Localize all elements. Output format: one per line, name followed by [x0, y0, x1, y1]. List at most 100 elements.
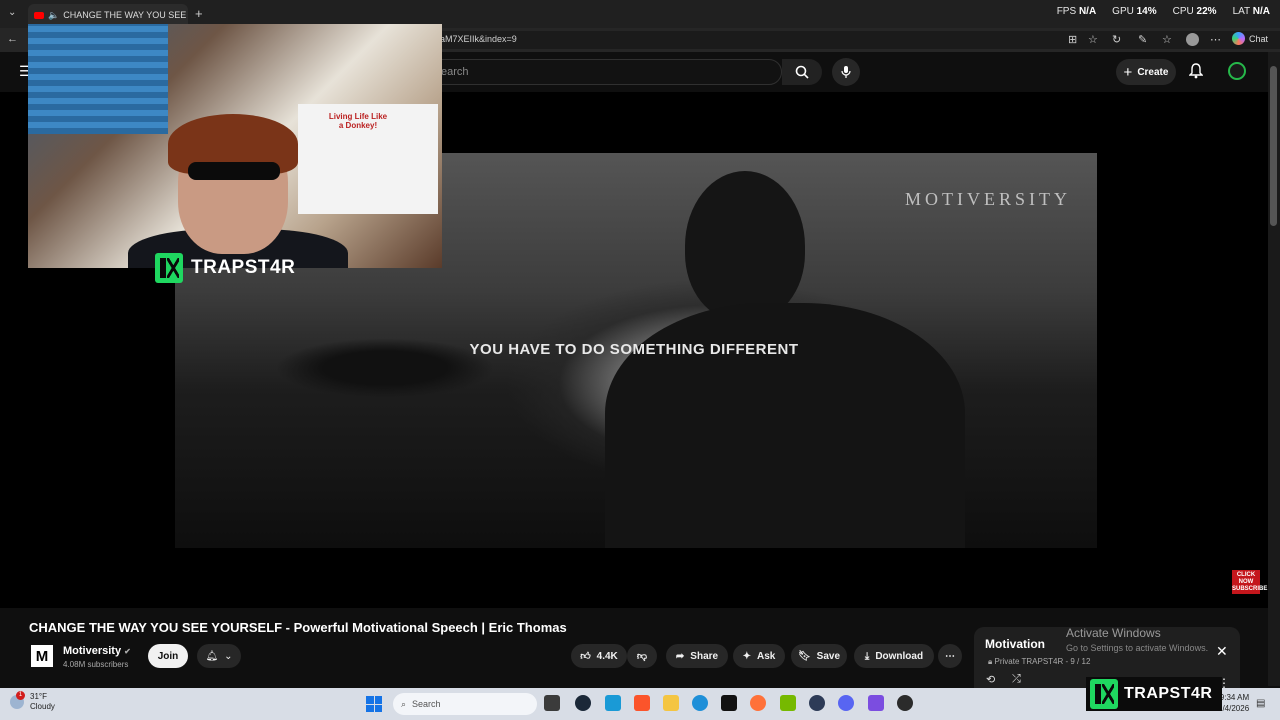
video-title: CHANGE THE WAY YOU SEE YOURSELF - Powerf…	[29, 620, 567, 635]
ask-button[interactable]: ✦ Ask	[733, 644, 785, 668]
brave-icon[interactable]	[634, 695, 650, 711]
calculator-icon[interactable]	[605, 695, 621, 711]
new-tab-icon[interactable]: +	[195, 6, 203, 21]
favorite-star-icon[interactable]: ☆	[1088, 33, 1098, 46]
speaker-silhouette-body	[605, 303, 965, 548]
chevron-down-icon: ⌄	[224, 650, 233, 662]
playlist-more-icon[interactable]: ⋮	[1218, 676, 1230, 690]
cloudy-icon: 1	[10, 691, 25, 709]
cpu-stat: CPU 22%	[1172, 6, 1217, 17]
search-icon: ⌕	[401, 698, 407, 709]
task-view-icon[interactable]	[544, 695, 560, 711]
tab-title: CHANGE THE WAY YOU SEE YOURSELF	[63, 10, 188, 20]
clock-time: 9:34 AM	[1219, 693, 1250, 702]
account-avatar[interactable]	[1228, 62, 1246, 80]
app-icon[interactable]	[809, 695, 825, 711]
search-button[interactable]	[782, 59, 822, 85]
voice-search-button[interactable]	[832, 58, 860, 86]
create-button[interactable]: + Create	[1116, 59, 1176, 85]
lock-icon: 🔒︎	[988, 657, 993, 666]
refresh-icon[interactable]: ↻	[1112, 33, 1121, 46]
search-icon	[795, 65, 809, 79]
weather-widget[interactable]: 1 31°F Cloudy	[10, 691, 55, 712]
file-explorer-icon[interactable]	[663, 695, 679, 711]
verified-icon: ✔	[124, 647, 131, 656]
system-clock[interactable]: 9:34 AM 2/4/2026	[1218, 692, 1249, 714]
ask-label: Ask	[757, 650, 776, 662]
motiversity-watermark: MOTIVERSITY	[905, 189, 1071, 209]
streamer-name: TRAPST4R	[191, 257, 296, 278]
join-button[interactable]: Join	[148, 644, 188, 668]
microphone-icon	[841, 66, 851, 78]
firefox-icon[interactable]	[750, 695, 766, 711]
favorites-icon[interactable]: ☆	[1162, 33, 1172, 46]
subscription-bell-button[interactable]: 🔔︎ ⌄	[197, 644, 241, 668]
tab-list-icon[interactable]: ⌄	[8, 7, 16, 18]
share-arrow-icon: ➦	[675, 650, 685, 662]
download-button[interactable]: ⤓ Download	[854, 644, 934, 668]
channel-avatar[interactable]: M	[31, 645, 53, 667]
playlist-meta: 🔒︎ Private TRAPST4R - 9 / 12	[988, 657, 1091, 666]
webcam-overlay: Living Life Like a Donkey!	[28, 24, 442, 268]
download-icon: ⤓	[864, 650, 870, 662]
taskbar-search[interactable]: ⌕ Search	[393, 693, 537, 715]
loop-icon[interactable]: ⟲	[986, 673, 995, 686]
pixel-art-poster	[28, 24, 168, 134]
notifications-bell-icon[interactable]	[1188, 63, 1204, 84]
profile-avatar-icon[interactable]	[1186, 33, 1199, 46]
thumbs-down-icon: 👎︎	[636, 651, 648, 662]
more-menu-icon[interactable]: ⋯	[1210, 33, 1221, 46]
poster-text: Living Life Like a Donkey!	[328, 112, 388, 130]
more-horizontal-icon: ⋯	[945, 650, 955, 662]
copilot-icon	[1231, 32, 1245, 45]
fps-stat: FPS N/A	[1056, 6, 1097, 17]
shuffle-icon[interactable]: ⤮	[1012, 673, 1021, 686]
bookmark-icon: 🔖︎	[797, 650, 811, 662]
streamer-tag: TRAPST4R	[155, 253, 295, 283]
bell-icon: 🔔︎	[205, 650, 219, 662]
dislike-button[interactable]: 👎︎	[627, 644, 657, 668]
video-subtitle: YOU HAVE TO DO SOMETHING DIFFERENT	[469, 341, 799, 358]
chat-label: Chat	[1248, 33, 1268, 44]
temperature: 31°F	[30, 692, 47, 701]
weather-condition: Cloudy	[30, 702, 55, 711]
streamer-name-bottom: TRAPST4R	[1124, 685, 1213, 702]
copilot-chat-button[interactable]: Chat	[1231, 32, 1268, 45]
notification-center-icon[interactable]: ▤	[1256, 698, 1265, 709]
tiktok-icon[interactable]	[721, 695, 737, 711]
steam-icon[interactable]	[575, 695, 591, 711]
share-button[interactable]: ➦ Share	[666, 644, 728, 668]
speaker-icon[interactable]: 🔈	[48, 10, 59, 21]
speaker-silhouette-head	[685, 171, 805, 321]
subscriber-count: 4.08M subscribers	[63, 660, 129, 669]
share-label: Share	[690, 650, 719, 662]
grid-app-icon[interactable]	[868, 695, 884, 711]
split-view-icon[interactable]: ⊞	[1068, 33, 1077, 46]
kick-logo-icon	[155, 253, 183, 283]
create-label: Create	[1137, 66, 1169, 78]
save-button[interactable]: 🔖︎ Save	[791, 644, 847, 668]
lat-stat: LAT N/A	[1232, 6, 1270, 17]
obs-icon[interactable]	[897, 695, 913, 711]
url-field[interactable]: aM7XEIIk&index=9	[430, 31, 1280, 49]
playlist-title[interactable]: Motivation	[985, 637, 1045, 651]
browser-tab[interactable]: 🔈 CHANGE THE WAY YOU SEE YOURSELF ✕	[28, 4, 188, 26]
edge-icon[interactable]	[692, 695, 708, 711]
search-input[interactable]: earch	[430, 59, 782, 85]
scrollbar-thumb[interactable]	[1270, 66, 1277, 226]
subscribe-watermark-button[interactable]: CLICK NOW SUBSCRIBE	[1232, 570, 1267, 594]
back-icon[interactable]: ←	[7, 33, 18, 45]
channel-name[interactable]: Motiversity ✔	[63, 645, 131, 657]
discord-icon[interactable]	[838, 695, 854, 711]
like-button[interactable]: 👍︎ 4.4K	[571, 644, 627, 668]
thumbs-up-icon: 👍︎	[580, 651, 591, 662]
nvidia-icon[interactable]	[780, 695, 796, 711]
windows-start-icon[interactable]	[366, 696, 382, 712]
extensions-icon[interactable]: ✎	[1138, 33, 1147, 46]
gpu-stat: GPU 14%	[1112, 6, 1157, 17]
more-actions-button[interactable]: ⋯	[938, 644, 962, 668]
taskbar-search-label: Search	[412, 699, 441, 709]
streamer-tag-bottom: TRAPST4R	[1086, 677, 1222, 711]
performance-overlay: FPS N/A GPU 14% CPU 22% LAT N/A	[1057, 6, 1270, 17]
activate-windows-subtitle: Go to Settings to activate Windows.	[1066, 643, 1209, 653]
